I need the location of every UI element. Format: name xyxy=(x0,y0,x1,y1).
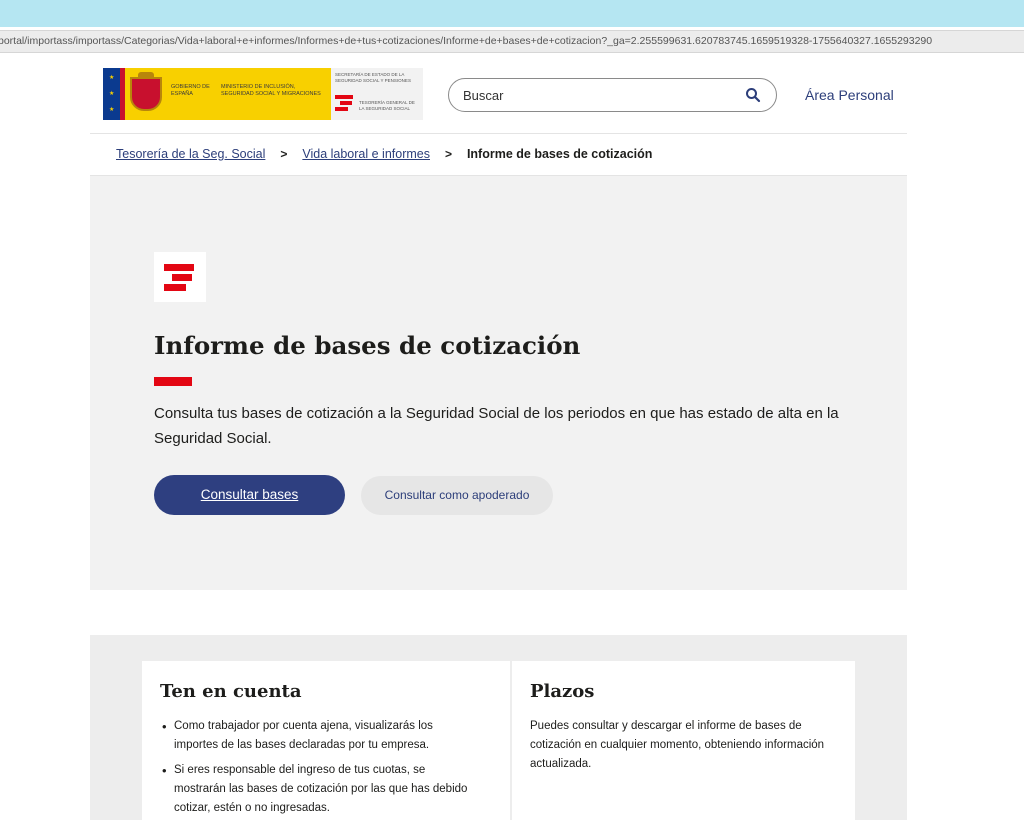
info-card-plazos: Plazos Puedes consultar y descargar el i… xyxy=(512,661,855,826)
gobierno-logo-block: ★ ★ ★ GOBIERNO DE ESPAÑA MINISTERIO DE I… xyxy=(103,68,331,120)
search-icon[interactable] xyxy=(745,87,761,103)
government-logo[interactable]: ★ ★ ★ GOBIERNO DE ESPAÑA MINISTERIO DE I… xyxy=(103,68,423,120)
address-bar-url[interactable]: portal/importass/importass/Categorias/Vi… xyxy=(0,35,1022,47)
browser-top-strip xyxy=(0,0,1024,27)
secretaria-label: SECRETARÍA DE ESTADO DE LA SEGURIDAD SOC… xyxy=(335,72,411,83)
gobierno-label: GOBIERNO DE ESPAÑA xyxy=(171,84,210,97)
consultar-apoderado-button[interactable]: Consultar como apoderado xyxy=(361,476,553,515)
tgss-logo-icon xyxy=(164,264,194,291)
tgss-label: TESORERÍA GENERAL DE LA SEGURIDAD SOCIAL xyxy=(359,100,415,111)
breadcrumb-current: Informe de bases de cotización xyxy=(466,147,653,161)
search-input[interactable]: Buscar xyxy=(448,78,777,112)
breadcrumb-separator: > xyxy=(280,147,288,161)
list-item: Si eres responsable del ingreso de tus c… xyxy=(160,761,480,818)
page-description: Consulta tus bases de cotización a la Se… xyxy=(154,405,839,447)
area-personal-link[interactable]: Área Personal xyxy=(805,87,894,103)
info-card-ten-en-cuenta: Ten en cuenta Como trabajador por cuenta… xyxy=(142,661,510,826)
card-title: Ten en cuenta xyxy=(160,681,302,702)
address-bar[interactable]: portal/importass/importass/Categorias/Vi… xyxy=(0,30,1024,53)
info-list: Como trabajador por cuenta ajena, visual… xyxy=(160,717,480,824)
breadcrumb-link-vida-laboral[interactable]: Vida laboral e informes xyxy=(302,147,430,161)
ministry-label: MINISTERIO DE INCLUSIÓN, SEGURIDAD SOCIA… xyxy=(221,84,321,97)
tgss-hero-logo xyxy=(154,252,206,302)
coat-of-arms-icon xyxy=(130,77,162,111)
page-title: Informe de bases de cotización xyxy=(154,331,581,360)
breadcrumb-link-tesoreria[interactable]: Tesorería de la Seg. Social xyxy=(116,147,265,161)
flag-stripe xyxy=(120,68,125,120)
search-placeholder[interactable]: Buscar xyxy=(463,88,503,103)
site-header: ★ ★ ★ GOBIERNO DE ESPAÑA MINISTERIO DE I… xyxy=(90,62,907,134)
title-accent-bar xyxy=(154,377,192,386)
list-item: Como trabajador por cuenta ajena, visual… xyxy=(160,717,480,755)
tgss-logo-block: SECRETARÍA DE ESTADO DE LA SEGURIDAD SOC… xyxy=(331,68,423,120)
hero-section: Informe de bases de cotización Consulta … xyxy=(90,175,907,590)
eu-flag-icon: ★ ★ ★ xyxy=(103,68,120,120)
breadcrumb-separator: > xyxy=(444,147,452,161)
breadcrumb: Tesorería de la Seg. Social > Vida labor… xyxy=(116,147,652,165)
info-section: Ten en cuenta Como trabajador por cuenta… xyxy=(90,635,907,826)
tgss-logo-icon xyxy=(335,95,353,111)
card-title: Plazos xyxy=(530,681,595,702)
consultar-bases-button[interactable]: Consultar bases xyxy=(154,475,345,515)
card-text: Puedes consultar y descargar el informe … xyxy=(530,720,825,770)
